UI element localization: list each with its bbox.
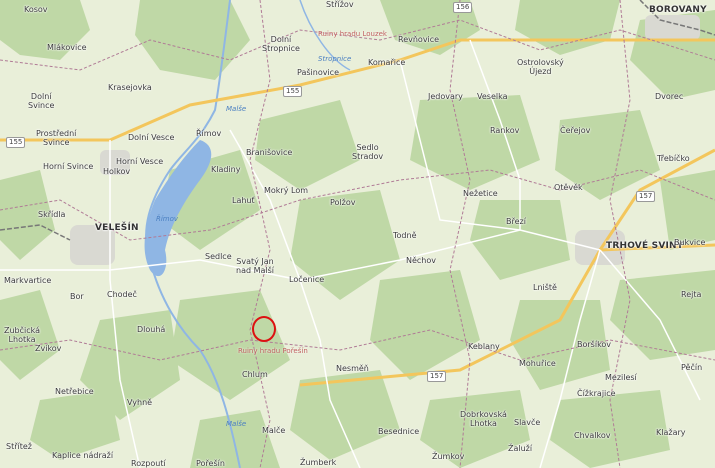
place-label[interactable]: Veselka	[477, 92, 507, 101]
place-label[interactable]: Horní Vesce	[116, 157, 163, 166]
place-label[interactable]: Rankov	[490, 126, 519, 135]
place-label[interactable]: TRHOVÉ SVINY	[606, 242, 684, 251]
place-label[interactable]: Holkov	[103, 167, 130, 176]
place-label[interactable]: VELEŠÍN	[95, 224, 139, 233]
place-label[interactable]: Bor	[70, 292, 84, 301]
place-label[interactable]: Pěčín	[681, 363, 702, 372]
map-view[interactable]: Kosov Střížov BOROVANY Mlákovice Dolní Strop…	[0, 0, 715, 468]
place-label[interactable]: Dolní Svince	[28, 92, 54, 110]
place-label[interactable]: Komařice	[368, 58, 405, 67]
place-label[interactable]: BOROVANY	[649, 6, 707, 15]
place-label[interactable]: Ostrolovský Újezd	[517, 58, 564, 76]
place-label[interactable]: Otěvěk	[554, 183, 583, 192]
place-label[interactable]: Žaluží	[508, 444, 532, 453]
place-label[interactable]: Kaplice nádraží	[52, 451, 113, 460]
place-label[interactable]: Něchov	[406, 256, 436, 265]
place-label[interactable]: Chvalkov	[574, 431, 611, 440]
place-label[interactable]: Slavče	[514, 418, 540, 427]
place-label[interactable]: Zvíkov	[35, 344, 61, 353]
place-label[interactable]: Nesměň	[336, 364, 369, 373]
place-label[interactable]: Kladiny	[211, 165, 240, 174]
place-label[interactable]: Třebíčko	[657, 154, 690, 163]
place-label[interactable]: Skřídla	[38, 210, 65, 219]
place-label[interactable]: Ločenice	[289, 275, 324, 284]
place-label[interactable]: Netřebice	[55, 387, 94, 396]
road-number-shield: 157	[636, 191, 656, 202]
place-label[interactable]: Mohuřice	[519, 359, 556, 368]
place-label[interactable]: Rejta	[681, 290, 701, 299]
road-number-shield: 155	[283, 86, 303, 97]
place-label[interactable]: Kosov	[24, 5, 48, 14]
place-label[interactable]: Klažary	[656, 428, 686, 437]
place-label[interactable]: Rozpoutí	[131, 459, 166, 468]
place-label[interactable]: Pořešín	[196, 459, 225, 468]
place-label[interactable]: Střížov	[326, 0, 354, 9]
place-label[interactable]: Mlákovice	[47, 43, 87, 52]
place-label[interactable]: Sedlo Stradov	[352, 143, 383, 161]
place-label[interactable]: Markvartice	[4, 276, 51, 285]
poi-label[interactable]: Ruiny hradu Louzek	[318, 30, 387, 39]
place-label[interactable]: Malče	[262, 426, 285, 435]
place-label[interactable]: Pašinovice	[297, 68, 339, 77]
water-label: Malše	[226, 420, 247, 428]
place-label[interactable]: Prostřední Svince	[36, 129, 76, 147]
place-label[interactable]: Dobrkovská Lhotka	[460, 410, 507, 428]
place-label[interactable]: Jedovary	[428, 92, 463, 101]
place-label[interactable]: Vyhně	[127, 398, 152, 407]
place-label[interactable]: Boršíkov	[577, 340, 611, 349]
place-label[interactable]: Žumkov	[432, 452, 464, 461]
place-label[interactable]: Dolní Stropnice	[262, 35, 300, 53]
place-label[interactable]: Dvorec	[655, 92, 683, 101]
place-label[interactable]: Branišovice	[246, 148, 292, 157]
place-label[interactable]: Polžov	[330, 198, 355, 207]
place-label[interactable]: Čeřejov	[560, 126, 590, 135]
place-label[interactable]: Dolní Vesce	[128, 133, 174, 142]
water-label: Římov	[156, 215, 179, 223]
place-label[interactable]: Lniště	[533, 283, 557, 292]
road-number-shield: 157	[427, 371, 447, 382]
place-label[interactable]: Revňovice	[398, 35, 439, 44]
place-label[interactable]: Čížkrajice	[577, 389, 616, 398]
place-label[interactable]: Zubčická Lhotka	[4, 326, 40, 344]
place-label[interactable]: Lahuť	[232, 196, 255, 205]
water-label: Malše	[226, 105, 247, 113]
place-label[interactable]: Nežetice	[463, 189, 498, 198]
place-label[interactable]: Mokrý Lom	[264, 186, 308, 195]
place-label[interactable]: Chodeč	[107, 290, 137, 299]
place-label[interactable]: Svatý Jan nad Malší	[236, 257, 274, 275]
highlight-circle	[252, 316, 276, 342]
poi-label[interactable]: Ruiny hradu Pořešín	[238, 347, 308, 356]
place-label[interactable]: Todně	[393, 231, 417, 240]
place-label[interactable]: Krasejovka	[108, 83, 152, 92]
place-label[interactable]: Římov	[196, 129, 221, 138]
place-label[interactable]: Chlum	[242, 370, 268, 379]
place-label[interactable]: Mezilesí	[605, 373, 637, 382]
road-number-shield: 155	[6, 137, 26, 148]
place-label[interactable]: Žumberk	[300, 458, 336, 467]
place-label[interactable]: Bukvice	[674, 238, 705, 247]
place-label[interactable]: Březí	[506, 217, 526, 226]
place-label[interactable]: Střítež	[6, 442, 32, 451]
water-label: Stropnice	[318, 55, 352, 63]
place-label[interactable]: Keblany	[468, 342, 500, 351]
road-number-shield: 156	[453, 2, 473, 13]
place-label[interactable]: Besednice	[378, 427, 419, 436]
place-label[interactable]: Horní Svince	[43, 162, 93, 171]
place-label[interactable]: Dlouhá	[137, 325, 165, 334]
place-label[interactable]: Sedlce	[205, 252, 232, 261]
